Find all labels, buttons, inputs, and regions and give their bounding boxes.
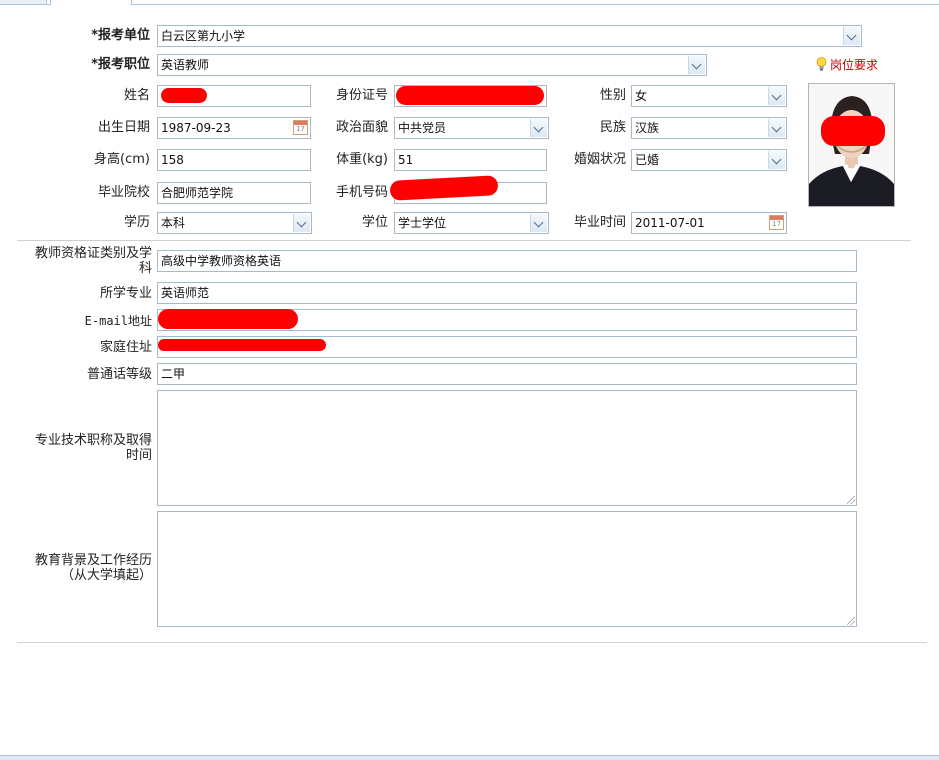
teacher-cert-input[interactable]: 高级中学教师资格英语 bbox=[157, 250, 857, 272]
mandarin-level-label: 普通话等级 bbox=[86, 367, 152, 382]
section-divider bbox=[17, 642, 927, 643]
lightbulb-icon bbox=[816, 57, 827, 71]
position-select[interactable]: 英语教师 bbox=[157, 54, 707, 76]
teacher-cert-label: 教师资格证类别及学科 bbox=[34, 246, 152, 276]
redaction-mark bbox=[158, 309, 298, 329]
resize-grip-icon[interactable] bbox=[847, 496, 855, 504]
birth-date-value: 1987-09-23 bbox=[161, 121, 231, 135]
tab-active[interactable] bbox=[50, 0, 132, 5]
phone-label: 手机号码 bbox=[335, 185, 388, 200]
resize-grip-icon[interactable] bbox=[847, 617, 855, 625]
education-background-label: 教育背景及工作经历（从大学填起） bbox=[34, 553, 152, 583]
chevron-down-icon[interactable] bbox=[530, 214, 547, 232]
job-requirements-text: 岗位要求 bbox=[830, 58, 879, 72]
redaction-mark bbox=[396, 86, 544, 105]
education-select[interactable]: 本科 bbox=[157, 212, 312, 234]
gender-label: 性别 bbox=[599, 88, 626, 103]
degree-label: 学位 bbox=[361, 215, 388, 230]
height-label: 身高(cm) bbox=[94, 152, 150, 167]
school-label: 毕业院校 bbox=[97, 185, 150, 200]
height-value: 158 bbox=[161, 153, 184, 167]
applicant-photo bbox=[808, 83, 895, 207]
professional-title-label: 专业技术职称及取得时间 bbox=[34, 433, 152, 463]
unit-value: 白云区第九小学 bbox=[161, 29, 246, 43]
tab-strip bbox=[0, 0, 939, 5]
major-value: 英语师范 bbox=[161, 286, 210, 300]
mandarin-level-value: 二甲 bbox=[161, 367, 186, 381]
birth-date-label: 出生日期 bbox=[97, 120, 150, 135]
chevron-down-icon[interactable] bbox=[293, 214, 310, 232]
gender-value: 女 bbox=[635, 89, 648, 103]
mandarin-level-input[interactable]: 二甲 bbox=[157, 363, 857, 385]
school-value: 合肥师范学院 bbox=[161, 186, 234, 200]
chevron-down-icon[interactable] bbox=[768, 87, 785, 105]
calendar-icon[interactable] bbox=[293, 120, 308, 135]
unit-label: *报考单位 bbox=[91, 28, 150, 43]
school-input[interactable]: 合肥师范学院 bbox=[157, 182, 311, 204]
position-label: *报考职位 bbox=[91, 57, 150, 72]
portrait-image bbox=[809, 84, 894, 206]
birth-date-input[interactable]: 1987-09-23 bbox=[157, 117, 311, 139]
tab-inactive[interactable] bbox=[0, 0, 47, 4]
unit-select[interactable]: 白云区第九小学 bbox=[157, 25, 862, 47]
marital-status-value: 已婚 bbox=[635, 153, 660, 167]
graduation-date-value: 2011-07-01 bbox=[635, 216, 705, 230]
graduation-date-label: 毕业时间 bbox=[573, 215, 626, 230]
redaction-mark bbox=[161, 88, 207, 103]
education-background-textarea[interactable] bbox=[157, 511, 857, 627]
teacher-cert-value: 高级中学教师资格英语 bbox=[161, 254, 282, 268]
redaction-mark bbox=[158, 339, 326, 351]
degree-value: 学士学位 bbox=[398, 216, 447, 230]
ethnicity-select[interactable]: 汉族 bbox=[631, 117, 787, 139]
education-value: 本科 bbox=[161, 216, 186, 230]
chevron-down-icon[interactable] bbox=[768, 119, 785, 137]
section-divider bbox=[17, 240, 911, 241]
political-status-label: 政治面貌 bbox=[335, 120, 388, 135]
name-label: 姓名 bbox=[123, 88, 150, 103]
political-status-value: 中共党员 bbox=[398, 121, 447, 135]
chevron-down-icon[interactable] bbox=[688, 56, 705, 74]
marital-status-select[interactable]: 已婚 bbox=[631, 149, 787, 171]
ethnicity-label: 民族 bbox=[599, 120, 626, 135]
calendar-icon[interactable] bbox=[769, 215, 784, 230]
major-input[interactable]: 英语师范 bbox=[157, 282, 857, 304]
email-label: E-mail地址 bbox=[84, 314, 152, 328]
chevron-down-icon[interactable] bbox=[768, 151, 785, 169]
gender-select[interactable]: 女 bbox=[631, 85, 787, 107]
address-label: 家庭住址 bbox=[99, 340, 152, 355]
height-input[interactable]: 158 bbox=[157, 149, 311, 171]
degree-select[interactable]: 学士学位 bbox=[394, 212, 549, 234]
id-number-label: 身份证号 bbox=[335, 88, 388, 103]
graduation-date-input[interactable]: 2011-07-01 bbox=[631, 212, 787, 234]
bottom-bar bbox=[0, 755, 939, 760]
ethnicity-value: 汉族 bbox=[635, 121, 660, 135]
weight-value: 51 bbox=[398, 153, 414, 167]
chevron-down-icon[interactable] bbox=[843, 27, 860, 45]
redaction-mark bbox=[821, 116, 885, 146]
professional-title-textarea[interactable] bbox=[157, 390, 857, 506]
weight-label: 体重(kg) bbox=[336, 152, 388, 167]
weight-input[interactable]: 51 bbox=[394, 149, 547, 171]
education-label: 学历 bbox=[123, 215, 150, 230]
job-requirements-link[interactable]: 岗位要求 bbox=[816, 57, 878, 73]
position-value: 英语教师 bbox=[161, 58, 210, 72]
major-label: 所学专业 bbox=[99, 286, 152, 301]
political-status-select[interactable]: 中共党员 bbox=[394, 117, 549, 139]
chevron-down-icon[interactable] bbox=[530, 119, 547, 137]
marital-status-label: 婚姻状况 bbox=[573, 152, 626, 167]
